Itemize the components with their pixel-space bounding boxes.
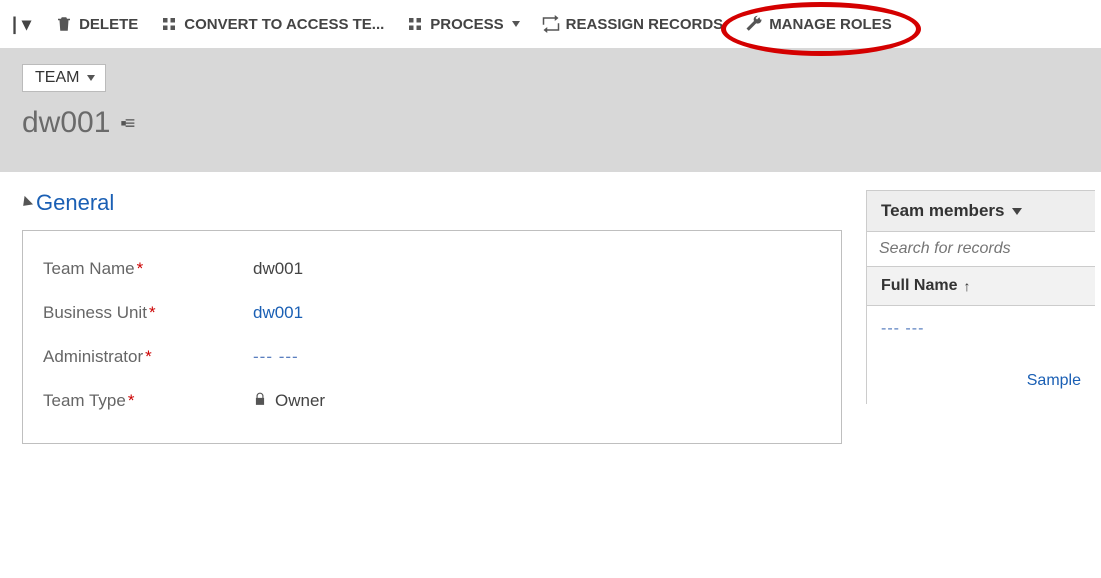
col-full-name-label: Full Name [881,277,957,295]
trash-icon [55,15,73,33]
row-team-name: Team Name* dw001 [43,247,821,291]
command-bar: | ▾ DELETE CONVERT TO ACCESS TE... PROCE… [0,0,1101,48]
reassign-icon [542,15,560,33]
col-full-name[interactable]: Full Name ↑ [866,267,1095,306]
label-business-unit: Business Unit* [43,303,253,323]
chevron-down-icon [1012,208,1022,215]
label-administrator: Administrator* [43,347,253,367]
lock-icon [253,391,267,411]
convert-label: CONVERT TO ACCESS TE... [184,16,384,33]
manage-roles-label: MANAGE ROLES [769,16,892,33]
section-general-label: General [36,190,114,216]
delete-button[interactable]: DELETE [53,11,140,37]
cmd-overflow-left[interactable]: | ▾ [8,14,35,35]
label-team-type: Team Type* [43,391,253,411]
manage-roles-button[interactable]: MANAGE ROLES [743,11,894,37]
main-column: General Team Name* dw001 Business Unit* … [22,190,842,444]
team-members-grid: --- --- Sample [866,306,1095,404]
value-administrator[interactable]: --- --- [253,347,299,367]
chevron-down-icon [87,75,95,81]
value-business-unit[interactable]: dw001 [253,303,303,323]
wrench-icon [745,15,763,33]
team-members-panel: Team members Full Name ↑ --- --- Sample [866,190,1095,444]
process-button[interactable]: PROCESS [404,11,521,37]
row-team-type: Team Type* Owner [43,379,821,423]
entity-selector[interactable]: TEAM [22,64,106,92]
convert-access-template-button[interactable]: CONVERT TO ACCESS TE... [158,11,386,37]
team-members-title: Team members [881,201,1004,221]
team-members-header[interactable]: Team members [866,190,1095,232]
grid-row-placeholder[interactable]: --- --- [881,320,1081,338]
form-body: General Team Name* dw001 Business Unit* … [0,172,1101,444]
general-card: Team Name* dw001 Business Unit* dw001 Ad… [22,230,842,444]
collapse-icon [19,196,33,210]
sort-asc-icon: ↑ [963,278,970,294]
delete-label: DELETE [79,16,138,33]
entity-label: TEAM [35,69,79,87]
sample-link[interactable]: Sample [881,372,1081,390]
value-team-type: Owner [253,391,325,411]
convert-icon [160,15,178,33]
reassign-records-button[interactable]: REASSIGN RECORDS [540,11,726,37]
record-list-icon[interactable]: ▪≡ [120,113,133,134]
team-members-search[interactable] [866,232,1095,267]
value-team-name[interactable]: dw001 [253,259,303,279]
record-header: TEAM dw001 ▪≡ [0,48,1101,172]
section-general[interactable]: General [22,190,842,216]
chevron-down-icon [512,21,520,27]
process-label: PROCESS [430,16,503,33]
record-title-text: dw001 [22,106,110,140]
row-administrator: Administrator* --- --- [43,335,821,379]
label-team-name: Team Name* [43,259,253,279]
process-icon [406,15,424,33]
search-input[interactable] [879,240,1083,258]
row-business-unit: Business Unit* dw001 [43,291,821,335]
record-title: dw001 ▪≡ [22,106,1101,140]
reassign-label: REASSIGN RECORDS [566,16,724,33]
